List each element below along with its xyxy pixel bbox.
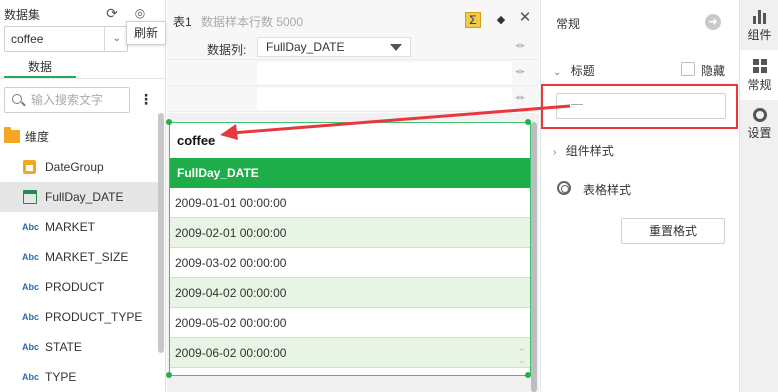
refresh-tooltip: 刷新 <box>126 21 166 45</box>
tab-label: 组件 <box>747 28 772 42</box>
grid-icon <box>752 58 768 74</box>
tab-label: 设置 <box>747 126 772 140</box>
gear-icon <box>752 108 767 122</box>
tab-label: 常规 <box>747 78 772 92</box>
annotation-arrow <box>220 104 571 140</box>
tab-settings[interactable]: 设置 <box>740 100 778 150</box>
tab-component[interactable]: 组件 <box>740 0 778 50</box>
bar-chart-icon <box>752 8 768 24</box>
tab-general[interactable]: 常规 <box>740 50 778 100</box>
side-tabs: 组件 常规 设置 <box>739 0 778 392</box>
